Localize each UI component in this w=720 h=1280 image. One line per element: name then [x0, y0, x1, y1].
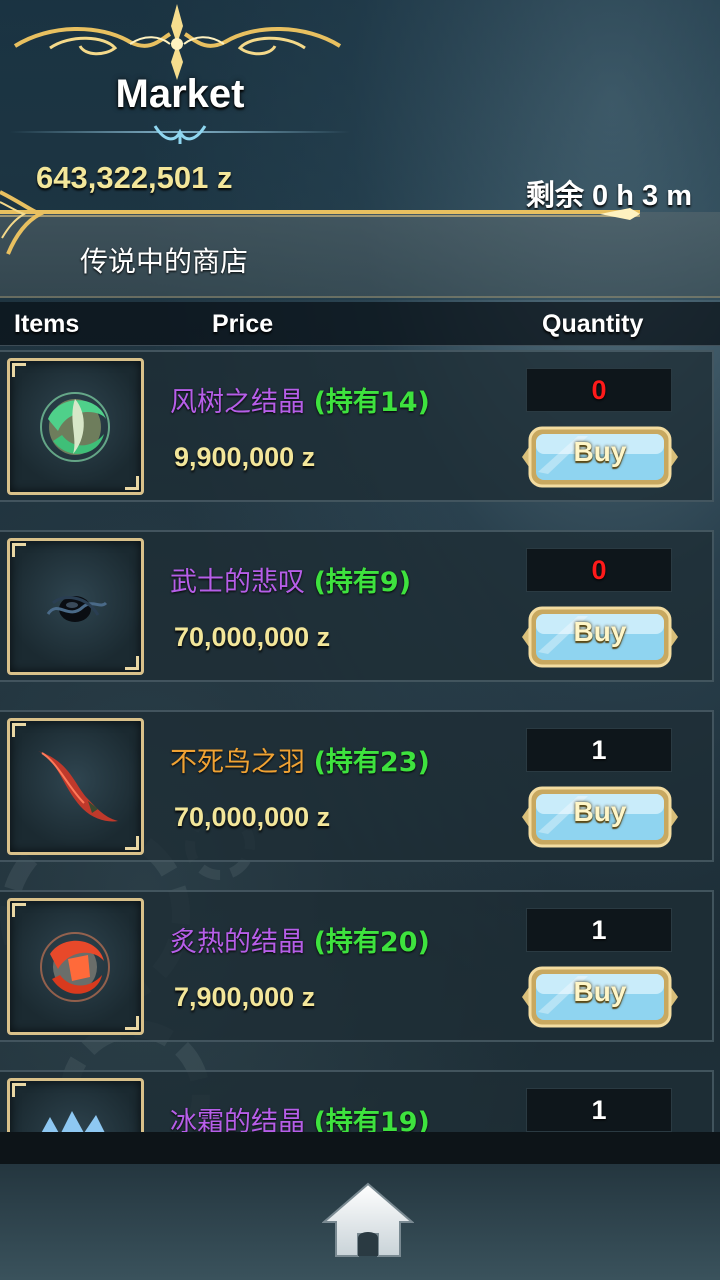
- quantity-field[interactable]: 0: [526, 368, 672, 412]
- ice-crystal-icon: [41, 1111, 105, 1132]
- list-item: 不死鸟之羽 (持有23) 70,000,000 z 1 Buy: [0, 710, 714, 862]
- item-price: 70,000,000 z: [174, 802, 331, 832]
- item-thumbnail[interactable]: [7, 538, 144, 675]
- item-name: 炙热的结晶 (持有20): [170, 927, 430, 958]
- item-name: 风树之结晶 (持有14): [170, 387, 430, 418]
- item-list[interactable]: 风树之结晶 (持有14) 9,900,000 z 0 Buy 武士的悲叹 (持有…: [0, 346, 720, 1132]
- column-header-price: Price: [212, 310, 274, 338]
- fire-crystal-icon: [40, 932, 110, 1002]
- item-name: 武士的悲叹 (持有9): [170, 567, 412, 598]
- dark-orb-icon: [46, 596, 108, 622]
- item-name: 冰霜的结晶 (持有19): [170, 1100, 430, 1132]
- title-bottom-ornament: [153, 125, 207, 144]
- wind-crystal-icon: [40, 392, 110, 462]
- page-title: Market: [115, 72, 245, 116]
- column-header-quantity: Quantity: [542, 310, 644, 338]
- buy-button[interactable]: Buy: [518, 962, 682, 1032]
- list-item: 风树之结晶 (持有14) 9,900,000 z 0 Buy: [0, 350, 714, 502]
- item-price: 7,900,000 z: [174, 982, 316, 1012]
- quantity-field[interactable]: 1: [526, 728, 672, 772]
- buy-button[interactable]: Buy: [518, 422, 682, 492]
- item-owned-count: (持有19): [313, 1107, 430, 1132]
- item-thumbnail[interactable]: [7, 718, 144, 855]
- item-owned-count: (持有20): [313, 927, 430, 958]
- item-name: 不死鸟之羽 (持有23): [170, 747, 430, 778]
- phoenix-feather-icon: [38, 751, 118, 822]
- item-thumbnail[interactable]: [7, 1078, 144, 1132]
- buy-button[interactable]: Buy: [518, 602, 682, 672]
- item-price: 70,000,000 z: [174, 622, 331, 652]
- column-header-items: Items: [14, 310, 80, 338]
- item-thumbnail[interactable]: [7, 358, 144, 495]
- home-icon[interactable]: [322, 1180, 414, 1260]
- shop-name: 传说中的商店: [80, 245, 249, 278]
- item-thumbnail[interactable]: [7, 898, 144, 1035]
- bottom-divider-strip: [0, 1132, 720, 1164]
- quantity-field[interactable]: 0: [526, 548, 672, 592]
- quantity-field[interactable]: 1: [526, 1088, 672, 1132]
- list-item: 炙热的结晶 (持有20) 7,900,000 z 1 Buy: [0, 890, 714, 1042]
- buy-button-label: Buy: [573, 976, 627, 1007]
- buy-button[interactable]: Buy: [518, 782, 682, 852]
- quantity-field[interactable]: 1: [526, 908, 672, 952]
- item-price: 9,900,000 z: [174, 442, 316, 472]
- list-item: 武士的悲叹 (持有9) 70,000,000 z 0 Buy: [0, 530, 714, 682]
- buy-button-label: Buy: [573, 796, 627, 827]
- item-owned-count: (持有9): [313, 567, 412, 598]
- list-item: 冰霜的结晶 (持有19) 1: [0, 1070, 714, 1132]
- column-header-bar: Items Price Quantity: [0, 302, 720, 346]
- buy-button-label: Buy: [573, 616, 627, 647]
- item-owned-count: (持有14): [313, 387, 430, 418]
- buy-button-label: Buy: [573, 436, 627, 467]
- item-owned-count: (持有23): [313, 747, 430, 778]
